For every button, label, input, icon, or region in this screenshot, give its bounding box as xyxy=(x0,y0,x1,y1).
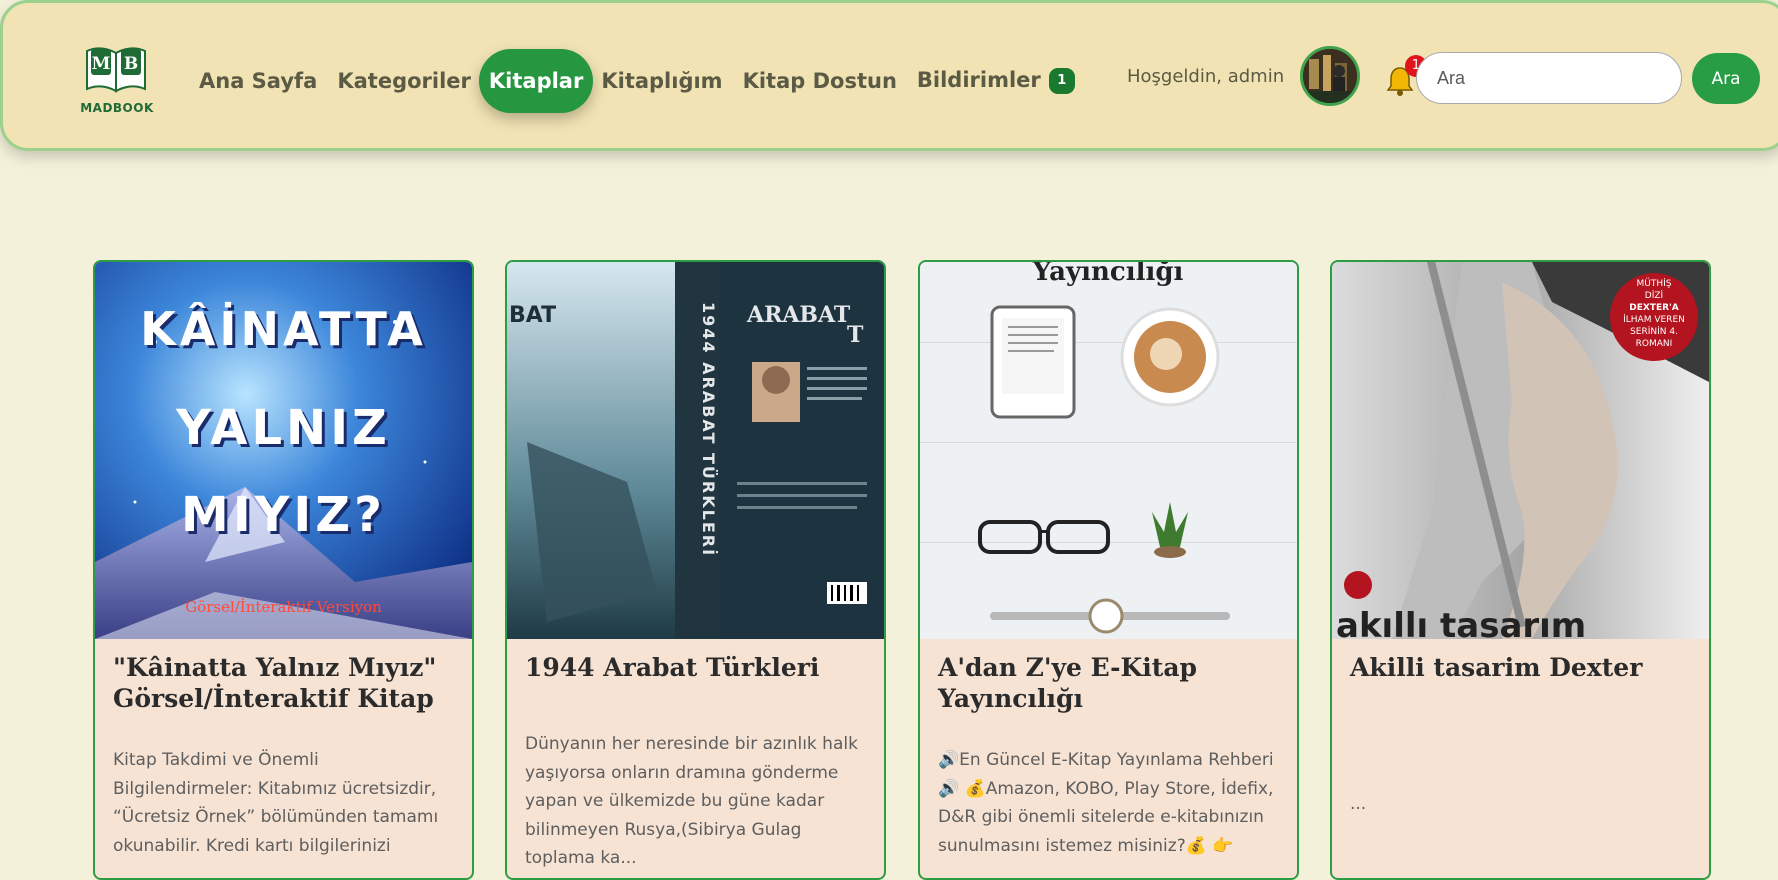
book-title[interactable]: Akilli tasarim Dexter xyxy=(1350,652,1695,683)
book-cover-graphic: BAT ARABAT T 1944 ARABAT TÜRKLERİ xyxy=(507,262,884,639)
nav-kitapligim[interactable]: Kitaplığım xyxy=(601,69,722,93)
book-description: ... xyxy=(1350,794,1367,814)
book-cover-image[interactable]: BAT ARABAT T 1944 ARABAT TÜRKLERİ xyxy=(507,262,884,639)
nav-kategoriler[interactable]: Kategoriler xyxy=(337,69,471,93)
book-title[interactable]: A'dan Z'ye E-Kitap Yayıncılığı xyxy=(938,652,1283,714)
nav-ana-sayfa[interactable]: Ana Sayfa xyxy=(199,69,317,93)
book-card[interactable]: Yayıncılığı A'dan Z'ye E-Kitap Yayıncılı… xyxy=(918,260,1299,880)
cover-title-line: MIYIZ? xyxy=(181,487,386,543)
search-input[interactable] xyxy=(1416,52,1682,104)
nav-bildirimler-label: Bildirimler xyxy=(916,68,1041,92)
cover-badge-text: DEXTER'A xyxy=(1629,303,1679,313)
cover-title-text: T xyxy=(847,322,864,348)
book-title[interactable]: "Kâinatta Yalnız Mıyız" Görsel/İnterakti… xyxy=(113,652,458,714)
main-nav: Ana Sayfa Kategoriler Kitaplar Kitaplığı… xyxy=(199,49,1075,113)
svg-text:B: B xyxy=(124,54,138,74)
book-cover-graphic: Yayıncılığı xyxy=(920,262,1297,639)
cover-title-line: YALNIZ xyxy=(176,400,391,456)
avatar[interactable] xyxy=(1300,46,1360,106)
notifications-count-badge: 1 xyxy=(1048,68,1075,94)
cover-title-text: ARABAT xyxy=(746,302,851,328)
book-title[interactable]: 1944 Arabat Türkleri xyxy=(525,652,870,683)
nav-kitap-dostun[interactable]: Kitap Dostun xyxy=(743,69,897,93)
book-cover-graphic: MÜTHİŞ DİZİ DEXTER'A İLHAM VEREN SERİNİN… xyxy=(1332,262,1709,639)
book-card[interactable]: KÂİNATTA YALNIZ MIYIZ? Görsel/İnteraktif… xyxy=(93,260,474,880)
avatar-image xyxy=(1303,49,1357,103)
book-card[interactable]: BAT ARABAT T 1944 ARABAT TÜRKLERİ 1944 A… xyxy=(505,260,886,880)
book-description: Kitap Takdimi ve Önemli Bilgilendirmeler… xyxy=(113,750,439,856)
welcome-text: Hoşgeldin, admin xyxy=(1127,66,1285,87)
cover-title-text: akıllı tasarım xyxy=(1336,606,1586,639)
cover-title-line: KÂİNATTA xyxy=(140,302,427,356)
cover-badge-text: ROMANI xyxy=(1636,339,1673,349)
search-button[interactable]: Ara xyxy=(1692,53,1760,104)
cover-badge-text: İLHAM VEREN xyxy=(1623,314,1685,325)
brand-name: MADBOOK xyxy=(80,101,154,115)
cover-subtitle: Görsel/İnteraktif Versiyon xyxy=(185,598,382,616)
book-description: Dünyanın her neresinde bir azınlık halk … xyxy=(525,734,858,868)
cover-badge-text: MÜTHİŞ xyxy=(1637,278,1672,289)
nav-kitaplar[interactable]: Kitaplar xyxy=(478,49,594,113)
cover-badge-text: SERİNİN 4. xyxy=(1630,326,1678,337)
cover-badge-text: DİZİ xyxy=(1645,290,1663,301)
cover-title-text: Yayıncılığı xyxy=(1032,262,1184,287)
book-logo-icon: M B xyxy=(86,47,146,93)
nav-bildirimler[interactable]: Bildirimler 1 xyxy=(917,68,1075,94)
svg-text:M: M xyxy=(92,54,111,74)
cover-title-text: BAT xyxy=(509,303,556,328)
cover-spine-text: 1944 ARABAT TÜRKLERİ xyxy=(699,302,718,557)
madbook-logo[interactable]: M B MADBOOK xyxy=(79,43,155,121)
book-card[interactable]: MÜTHİŞ DİZİ DEXTER'A İLHAM VEREN SERİNİN… xyxy=(1330,260,1711,880)
book-cover-image[interactable]: KÂİNATTA YALNIZ MIYIZ? Görsel/İnteraktif… xyxy=(95,262,472,639)
book-cover-image[interactable]: Yayıncılığı xyxy=(920,262,1297,639)
book-description: 🔊En Güncel E-Kitap Yayınlama Rehberi 🔊 💰… xyxy=(938,750,1274,856)
book-cover-image[interactable]: MÜTHİŞ DİZİ DEXTER'A İLHAM VEREN SERİNİN… xyxy=(1332,262,1709,639)
